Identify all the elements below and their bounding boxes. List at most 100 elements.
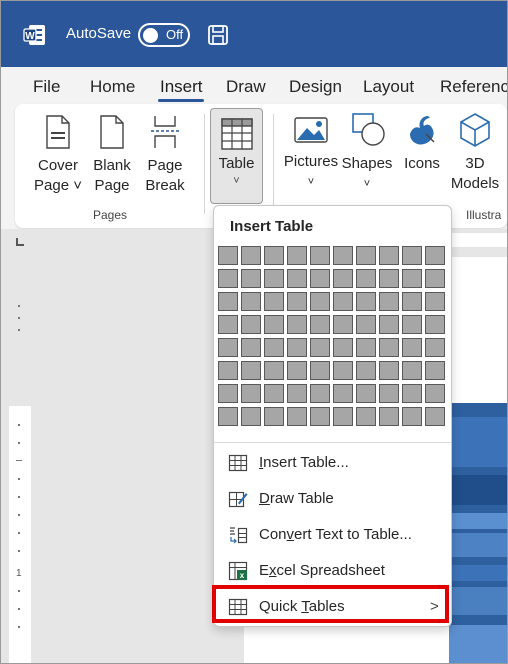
grid-cell[interactable] — [218, 292, 238, 311]
grid-cell[interactable] — [310, 315, 330, 334]
grid-cell[interactable] — [402, 361, 422, 380]
grid-cell[interactable] — [287, 246, 307, 265]
grid-cell[interactable] — [356, 292, 376, 311]
grid-cell[interactable] — [241, 384, 261, 403]
grid-cell[interactable] — [333, 361, 353, 380]
grid-cell[interactable] — [333, 269, 353, 288]
grid-cell[interactable] — [379, 361, 399, 380]
tab-draw[interactable]: Draw — [226, 77, 266, 97]
grid-cell[interactable] — [402, 338, 422, 357]
grid-cell[interactable] — [310, 246, 330, 265]
tab-file[interactable]: File — [33, 77, 60, 97]
grid-cell[interactable] — [310, 407, 330, 426]
draw-table-menu-item[interactable]: Draw Table — [214, 482, 451, 516]
grid-cell[interactable] — [264, 407, 284, 426]
tab-selector-icon[interactable] — [15, 237, 25, 247]
grid-cell[interactable] — [218, 361, 238, 380]
grid-cell[interactable] — [402, 384, 422, 403]
grid-cell[interactable] — [264, 315, 284, 334]
grid-cell[interactable] — [310, 269, 330, 288]
grid-cell[interactable] — [379, 407, 399, 426]
grid-cell[interactable] — [264, 246, 284, 265]
grid-cell[interactable] — [287, 384, 307, 403]
grid-cell[interactable] — [264, 338, 284, 357]
tab-home[interactable]: Home — [90, 77, 135, 97]
grid-cell[interactable] — [402, 269, 422, 288]
grid-cell[interactable] — [218, 315, 238, 334]
grid-cell[interactable] — [333, 384, 353, 403]
grid-cell[interactable] — [425, 384, 445, 403]
convert-text-menu-item[interactable]: Convert Text to Table... — [214, 518, 451, 552]
grid-cell[interactable] — [379, 292, 399, 311]
grid-cell[interactable] — [333, 315, 353, 334]
grid-cell[interactable] — [379, 338, 399, 357]
grid-cell[interactable] — [379, 246, 399, 265]
grid-cell[interactable] — [241, 407, 261, 426]
grid-cell[interactable] — [402, 407, 422, 426]
grid-cell[interactable] — [356, 269, 376, 288]
grid-cell[interactable] — [425, 338, 445, 357]
blank-page-button[interactable]: Blank Page — [87, 114, 137, 196]
grid-cell[interactable] — [379, 315, 399, 334]
excel-spreadsheet-menu-item[interactable]: x Excel Spreadsheet — [214, 554, 451, 588]
grid-cell[interactable] — [310, 361, 330, 380]
grid-cell[interactable] — [218, 407, 238, 426]
word-logo-icon[interactable]: W — [23, 23, 47, 47]
grid-cell[interactable] — [425, 246, 445, 265]
grid-cell[interactable] — [333, 407, 353, 426]
grid-cell[interactable] — [218, 384, 238, 403]
grid-cell[interactable] — [402, 315, 422, 334]
grid-cell[interactable] — [356, 315, 376, 334]
grid-cell[interactable] — [333, 246, 353, 265]
grid-cell[interactable] — [356, 384, 376, 403]
grid-cell[interactable] — [310, 292, 330, 311]
grid-cell[interactable] — [287, 315, 307, 334]
tab-design[interactable]: Design — [289, 77, 342, 97]
grid-cell[interactable] — [356, 407, 376, 426]
grid-cell[interactable] — [264, 269, 284, 288]
icons-button[interactable]: Icons — [397, 112, 447, 174]
grid-cell[interactable] — [425, 315, 445, 334]
save-icon[interactable] — [207, 24, 229, 46]
grid-cell[interactable] — [333, 292, 353, 311]
grid-cell[interactable] — [425, 292, 445, 311]
grid-cell[interactable] — [310, 384, 330, 403]
grid-cell[interactable] — [241, 315, 261, 334]
grid-cell[interactable] — [333, 338, 353, 357]
pictures-button[interactable]: Pictures ˅ — [281, 114, 341, 192]
grid-cell[interactable] — [241, 269, 261, 288]
tab-insert[interactable]: Insert — [160, 77, 203, 97]
grid-cell[interactable] — [241, 361, 261, 380]
grid-cell[interactable] — [425, 269, 445, 288]
grid-cell[interactable] — [425, 361, 445, 380]
autosave-toggle[interactable]: Off — [138, 23, 190, 47]
grid-cell[interactable] — [218, 338, 238, 357]
insert-table-menu-item[interactable]: Insert Table... — [214, 446, 451, 480]
table-button[interactable]: Table ˅ — [210, 108, 263, 204]
3d-models-button[interactable]: 3D Models — [449, 112, 501, 194]
grid-cell[interactable] — [310, 338, 330, 357]
grid-cell[interactable] — [379, 269, 399, 288]
page-break-button[interactable]: Page Break — [139, 114, 191, 196]
grid-cell[interactable] — [287, 292, 307, 311]
grid-cell[interactable] — [356, 338, 376, 357]
grid-cell[interactable] — [402, 246, 422, 265]
grid-cell[interactable] — [379, 384, 399, 403]
grid-cell[interactable] — [287, 407, 307, 426]
tab-references[interactable]: Referenc — [440, 77, 507, 97]
grid-cell[interactable] — [218, 269, 238, 288]
shapes-button[interactable]: Shapes ˅ — [339, 112, 395, 194]
grid-cell[interactable] — [241, 338, 261, 357]
tab-layout[interactable]: Layout — [363, 77, 414, 97]
grid-cell[interactable] — [287, 338, 307, 357]
grid-cell[interactable] — [287, 269, 307, 288]
grid-cell[interactable] — [264, 361, 284, 380]
grid-cell[interactable] — [264, 292, 284, 311]
grid-cell[interactable] — [241, 292, 261, 311]
grid-cell[interactable] — [287, 361, 307, 380]
grid-cell[interactable] — [425, 407, 445, 426]
cover-page-button[interactable]: Cover Page ˅ — [33, 114, 83, 196]
grid-cell[interactable] — [356, 246, 376, 265]
grid-cell[interactable] — [218, 246, 238, 265]
grid-cell[interactable] — [356, 361, 376, 380]
